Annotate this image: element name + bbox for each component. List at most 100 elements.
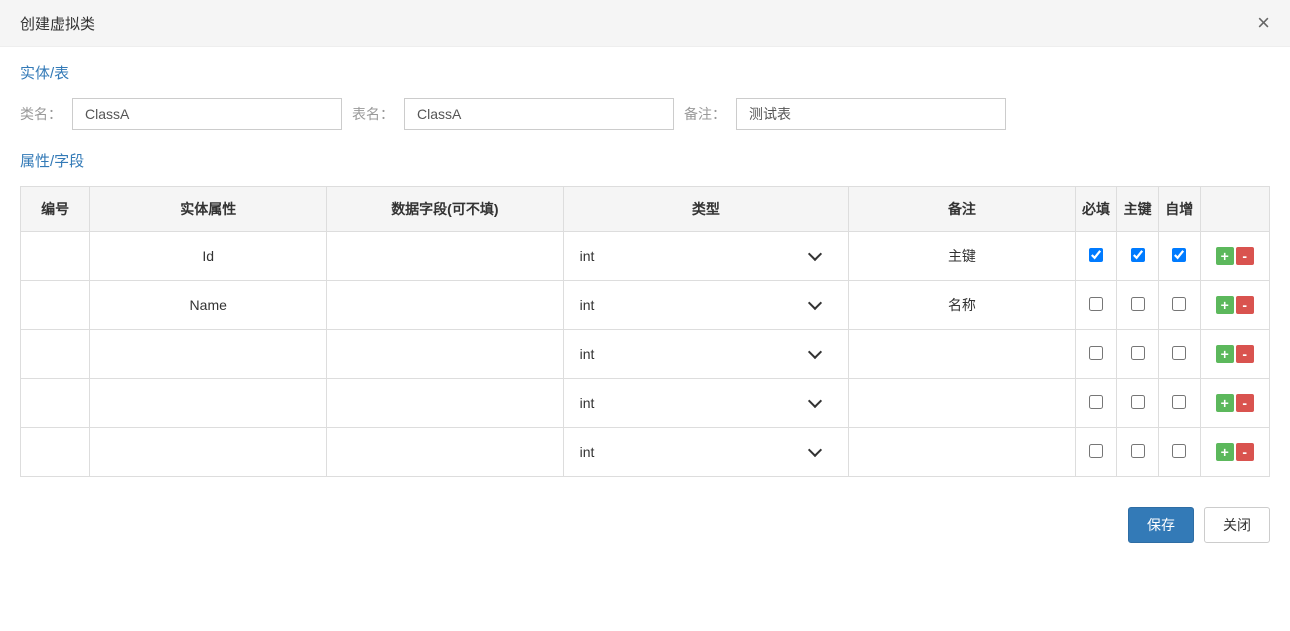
cell-type: int	[563, 330, 849, 379]
cell-required	[1075, 330, 1117, 379]
cell-no[interactable]	[21, 330, 90, 379]
pk-checkbox[interactable]	[1131, 297, 1145, 311]
required-checkbox[interactable]	[1089, 248, 1103, 262]
th-pk: 主键	[1117, 187, 1159, 232]
cell-actions: +-	[1200, 428, 1270, 477]
auto-checkbox[interactable]	[1172, 444, 1186, 458]
cell-type: int	[563, 232, 849, 281]
add-row-button[interactable]: +	[1216, 345, 1234, 363]
cell-remark[interactable]: 名称	[849, 281, 1076, 330]
cell-pk	[1117, 428, 1159, 477]
cell-attr[interactable]: Id	[90, 232, 327, 281]
cell-auto	[1158, 232, 1200, 281]
required-checkbox[interactable]	[1089, 444, 1103, 458]
cell-actions: +-	[1200, 281, 1270, 330]
th-field: 数据字段(可不填)	[327, 187, 563, 232]
remove-row-button[interactable]: -	[1236, 247, 1254, 265]
cell-type: int	[563, 281, 849, 330]
cell-required	[1075, 379, 1117, 428]
fields-table: 编号 实体属性 数据字段(可不填) 类型 备注 必填 主键 自增 Id int 主键…	[20, 186, 1270, 477]
pk-checkbox[interactable]	[1131, 444, 1145, 458]
th-attr: 实体属性	[90, 187, 327, 232]
type-select[interactable]: int	[572, 342, 841, 366]
cell-field[interactable]	[327, 379, 563, 428]
remove-row-button[interactable]: -	[1236, 296, 1254, 314]
th-no: 编号	[21, 187, 90, 232]
remove-row-button[interactable]: -	[1236, 345, 1254, 363]
type-select[interactable]: int	[572, 244, 841, 268]
save-button[interactable]: 保存	[1128, 507, 1194, 543]
cell-pk	[1117, 379, 1159, 428]
auto-checkbox[interactable]	[1172, 297, 1186, 311]
th-remark: 备注	[849, 187, 1076, 232]
add-row-button[interactable]: +	[1216, 443, 1234, 461]
cell-remark[interactable]	[849, 428, 1076, 477]
cell-actions: +-	[1200, 232, 1270, 281]
cell-pk	[1117, 232, 1159, 281]
cell-no[interactable]	[21, 232, 90, 281]
add-row-button[interactable]: +	[1216, 247, 1234, 265]
required-checkbox[interactable]	[1089, 346, 1103, 360]
cell-type: int	[563, 428, 849, 477]
pk-checkbox[interactable]	[1131, 346, 1145, 360]
section-entity-title: 实体/表	[20, 62, 1270, 83]
remove-row-button[interactable]: -	[1236, 394, 1254, 412]
add-row-button[interactable]: +	[1216, 296, 1234, 314]
th-actions	[1200, 187, 1270, 232]
th-type: 类型	[563, 187, 849, 232]
cell-attr[interactable]	[90, 379, 327, 428]
remark-input[interactable]	[736, 98, 1006, 130]
auto-checkbox[interactable]	[1172, 346, 1186, 360]
pk-checkbox[interactable]	[1131, 248, 1145, 262]
cell-remark[interactable]	[849, 330, 1076, 379]
auto-checkbox[interactable]	[1172, 248, 1186, 262]
modal-header: 创建虚拟类 ×	[0, 0, 1290, 47]
table-row: Name int 名称 +-	[21, 281, 1270, 330]
type-select[interactable]: int	[572, 391, 841, 415]
table-row: int +-	[21, 330, 1270, 379]
cell-auto	[1158, 330, 1200, 379]
cell-field[interactable]	[327, 428, 563, 477]
class-name-input[interactable]	[72, 98, 342, 130]
cell-pk	[1117, 281, 1159, 330]
close-button[interactable]: 关闭	[1204, 507, 1270, 543]
add-row-button[interactable]: +	[1216, 394, 1234, 412]
cell-no[interactable]	[21, 428, 90, 477]
cell-auto	[1158, 281, 1200, 330]
cell-no[interactable]	[21, 281, 90, 330]
cell-remark[interactable]: 主键	[849, 232, 1076, 281]
cell-required	[1075, 281, 1117, 330]
cell-attr[interactable]: Name	[90, 281, 327, 330]
th-required: 必填	[1075, 187, 1117, 232]
pk-checkbox[interactable]	[1131, 395, 1145, 409]
cell-pk	[1117, 330, 1159, 379]
remark-label: 备注：	[684, 104, 726, 124]
cell-field[interactable]	[327, 232, 563, 281]
modal-footer: 保存 关闭	[0, 492, 1290, 558]
th-auto: 自增	[1158, 187, 1200, 232]
type-select[interactable]: int	[572, 440, 841, 464]
cell-required	[1075, 428, 1117, 477]
cell-auto	[1158, 428, 1200, 477]
cell-field[interactable]	[327, 281, 563, 330]
section-fields-title: 属性/字段	[20, 150, 1270, 171]
cell-field[interactable]	[327, 330, 563, 379]
required-checkbox[interactable]	[1089, 297, 1103, 311]
auto-checkbox[interactable]	[1172, 395, 1186, 409]
cell-type: int	[563, 379, 849, 428]
cell-no[interactable]	[21, 379, 90, 428]
cell-remark[interactable]	[849, 379, 1076, 428]
cell-actions: +-	[1200, 379, 1270, 428]
required-checkbox[interactable]	[1089, 395, 1103, 409]
remove-row-button[interactable]: -	[1236, 443, 1254, 461]
cell-actions: +-	[1200, 330, 1270, 379]
table-name-input[interactable]	[404, 98, 674, 130]
cell-attr[interactable]	[90, 428, 327, 477]
type-select[interactable]: int	[572, 293, 841, 317]
modal-title: 创建虚拟类	[20, 13, 95, 34]
close-icon[interactable]: ×	[1257, 12, 1270, 34]
entity-form-row: 类名： 表名： 备注：	[20, 98, 1270, 130]
cell-attr[interactable]	[90, 330, 327, 379]
table-row: int +-	[21, 428, 1270, 477]
cell-auto	[1158, 379, 1200, 428]
